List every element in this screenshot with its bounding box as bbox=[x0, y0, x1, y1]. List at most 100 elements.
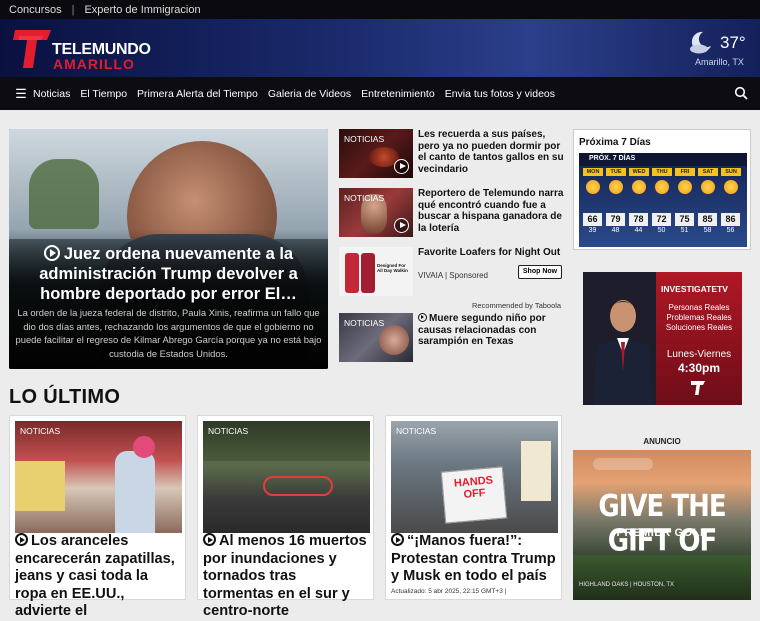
latest-story-1-title[interactable]: Los aranceles encarecerán zapatillas, je… bbox=[15, 533, 182, 621]
weather-widget-title: Próxima 7 Días bbox=[579, 137, 651, 148]
latest-story-3-image: HANDS OFF NOTICIAS bbox=[391, 421, 558, 533]
taboola-attribution[interactable]: Recommended by Taboola bbox=[472, 301, 561, 310]
sun-icon bbox=[655, 180, 669, 194]
top-utility-bar: Concursos | Experto de Immigracion bbox=[0, 0, 760, 19]
category-label: NOTICIAS bbox=[396, 426, 437, 436]
protest-sign: HANDS OFF bbox=[453, 474, 494, 501]
forecast-high: 66 bbox=[583, 213, 602, 226]
nav-item-entretenimiento[interactable]: Entretenimiento bbox=[361, 88, 435, 100]
play-icon bbox=[391, 533, 404, 546]
forecast-low: 51 bbox=[680, 227, 689, 234]
hero-headline-text: Juez ordena nuevamente a la administraci… bbox=[39, 245, 298, 303]
promo-line: Problemas Reales bbox=[666, 313, 732, 322]
promo-days: Lunes-Viernes bbox=[666, 349, 732, 360]
hamburger-icon[interactable]: ☰ bbox=[9, 77, 33, 110]
sun-icon bbox=[701, 180, 715, 194]
side-story-2-title[interactable]: Reportero de Telemundo narra qué encontr… bbox=[418, 188, 564, 234]
side-story-1[interactable]: NOTICIAS Les recuerda a sus países, pero… bbox=[339, 129, 564, 179]
latest-story-1-image: NOTICIAS bbox=[15, 421, 182, 533]
latest-story-2-image: NOTICIAS bbox=[203, 421, 370, 533]
latest-story-3[interactable]: HANDS OFF NOTICIAS “¡Manos fuera!”: Prote… bbox=[385, 415, 562, 600]
latest-story-2-title[interactable]: Al menos 16 muertos por inundaciones y t… bbox=[203, 533, 370, 621]
brand-city: AMARILLO bbox=[53, 56, 135, 72]
golf-ad-footer: HIGHLAND OAKS | HOUSTON, TX bbox=[579, 582, 675, 588]
sponsored-image: Designed For All Day Walkin bbox=[339, 247, 413, 296]
topbar-link-concursos[interactable]: Concursos bbox=[9, 4, 62, 16]
sun-icon bbox=[586, 180, 600, 194]
forecast-graphic: PRÓX. 7 DÍAS MON 66 39 TUE 79 48 WED 78 44 THU 72 5… bbox=[579, 153, 747, 247]
nav-item-envia[interactable]: Envia tus fotos y videos bbox=[445, 88, 555, 100]
investigatetv-promo[interactable]: INVESTIGATETV Personas Reales Problemas … bbox=[583, 272, 742, 405]
sun-icon bbox=[609, 180, 623, 194]
golf-ad-headline: GIVE THE GIFT OF bbox=[598, 489, 726, 559]
forecast-banner: PRÓX. 7 DÍAS bbox=[579, 153, 747, 166]
sponsored-brand: VIVAIA | Sponsored bbox=[418, 271, 488, 280]
category-label: NOTICIAS bbox=[20, 426, 61, 436]
category-label: NOTICIAS bbox=[344, 134, 385, 144]
anchor-image bbox=[593, 300, 653, 405]
weather-temperature[interactable]: 37° bbox=[720, 33, 746, 53]
forecast-low: 44 bbox=[634, 227, 643, 234]
side-story-3-image: NOTICIAS bbox=[339, 313, 413, 362]
forecast-low: 39 bbox=[588, 227, 597, 234]
section-title-lo-ultimo: LO ÚLTIMO bbox=[9, 386, 121, 408]
side-story-3-title[interactable]: Muere segundo niño por causas relacionad… bbox=[418, 313, 564, 348]
latest-story-3-title[interactable]: “¡Manos fuera!”: Protestan contra Trump … bbox=[391, 533, 558, 586]
side-story-2-image: NOTICIAS bbox=[339, 188, 413, 237]
nav-item-galeria[interactable]: Galeria de Videos bbox=[268, 88, 351, 100]
main-nav: ☰ Noticias El Tiempo Primera Alerta del … bbox=[0, 77, 760, 110]
sponsored-title[interactable]: Favorite Loafers for Night Out bbox=[418, 247, 564, 259]
brand-header: TELEMUNDO AMARILLO 37° Amarillo, TX bbox=[0, 19, 760, 77]
side-story-3-text: Muere segundo niño por causas relacionad… bbox=[418, 313, 546, 347]
shop-now-button[interactable]: Shop Now bbox=[518, 265, 562, 279]
side-story-2[interactable]: NOTICIAS Reportero de Telemundo narra qu… bbox=[339, 188, 564, 238]
nav-item-el-tiempo[interactable]: El Tiempo bbox=[80, 88, 127, 100]
play-icon bbox=[394, 218, 409, 233]
fairway bbox=[573, 555, 751, 600]
nav-item-primera-alerta[interactable]: Primera Alerta del Tiempo bbox=[137, 88, 258, 100]
search-icon[interactable] bbox=[734, 86, 748, 100]
weather-forecast-widget[interactable]: Próxima 7 Días PRÓX. 7 DÍAS MON 66 39 TUE 79… bbox=[573, 129, 751, 250]
play-icon bbox=[394, 159, 409, 174]
forecast-banner-text: PRÓX. 7 DÍAS bbox=[589, 155, 636, 162]
forecast-day-label: TUE bbox=[606, 168, 626, 176]
nav-item-noticias[interactable]: Noticias bbox=[33, 88, 70, 100]
latest-story-2[interactable]: NOTICIAS Al menos 16 muertos por inundac… bbox=[197, 415, 374, 619]
latest-story-3-timestamp: Actualizado: 5 abr 2025, 22:15 GMT+3 | bbox=[391, 588, 507, 595]
promo-line: Soluciones Reales bbox=[665, 323, 733, 332]
forecast-high: 78 bbox=[629, 213, 648, 226]
golf-advertisement[interactable]: GIVE THE GIFT OF PREMIER GOLF HIGHLAND O… bbox=[573, 450, 751, 600]
topbar-link-experto[interactable]: Experto de Immigracion bbox=[84, 4, 200, 16]
latest-story-1[interactable]: NOTICIAS Los aranceles encarecerán zapat… bbox=[9, 415, 186, 619]
side-story-1-title[interactable]: Les recuerda a sus países, pero ya no pu… bbox=[418, 129, 564, 175]
ad-thumb-text: Designed For All Day Walkin bbox=[377, 263, 408, 273]
golf-ad-subhead: PREMIER GOLF bbox=[616, 527, 708, 539]
promo-brand: INVESTIGATETV bbox=[661, 284, 728, 294]
sun-icon bbox=[678, 180, 692, 194]
play-icon bbox=[15, 533, 28, 546]
forecast-day-label: SAT bbox=[698, 168, 718, 176]
category-label: NOTICIAS bbox=[208, 426, 249, 436]
forecast-day-label: THU bbox=[652, 168, 672, 176]
telemundo-logo-icon[interactable] bbox=[13, 26, 53, 70]
hero-headline[interactable]: Juez ordena nuevamente a la administraci… bbox=[17, 244, 320, 304]
forecast-high: 79 bbox=[606, 213, 625, 226]
forecast-day-label: MON bbox=[583, 168, 603, 176]
weather-location: Amarillo, TX bbox=[695, 57, 744, 67]
topbar-separator: | bbox=[71, 3, 75, 16]
forecast-high: 75 bbox=[675, 213, 694, 226]
play-icon bbox=[418, 313, 427, 322]
promo-taglines: Personas Reales Problemas Reales Solucio… bbox=[656, 303, 742, 333]
telemundo-logo-icon bbox=[691, 381, 705, 395]
forecast-high: 86 bbox=[721, 213, 740, 226]
forecast-low: 50 bbox=[657, 227, 666, 234]
forecast-low: 58 bbox=[703, 227, 712, 234]
moon-cloud-icon bbox=[690, 31, 711, 54]
sponsored-story[interactable]: Designed For All Day Walkin Favorite Loa… bbox=[339, 247, 564, 297]
forecast-high: 85 bbox=[698, 213, 717, 226]
promo-time: 4:30pm bbox=[677, 361, 721, 375]
category-label: NOTICIAS bbox=[344, 318, 385, 328]
hero-story[interactable]: Juez ordena nuevamente a la administraci… bbox=[9, 129, 328, 369]
latest-story-1-text: Los aranceles encarecerán zapatillas, je… bbox=[15, 533, 175, 620]
side-story-3[interactable]: NOTICIAS Muere segundo niño por causas r… bbox=[339, 313, 564, 363]
